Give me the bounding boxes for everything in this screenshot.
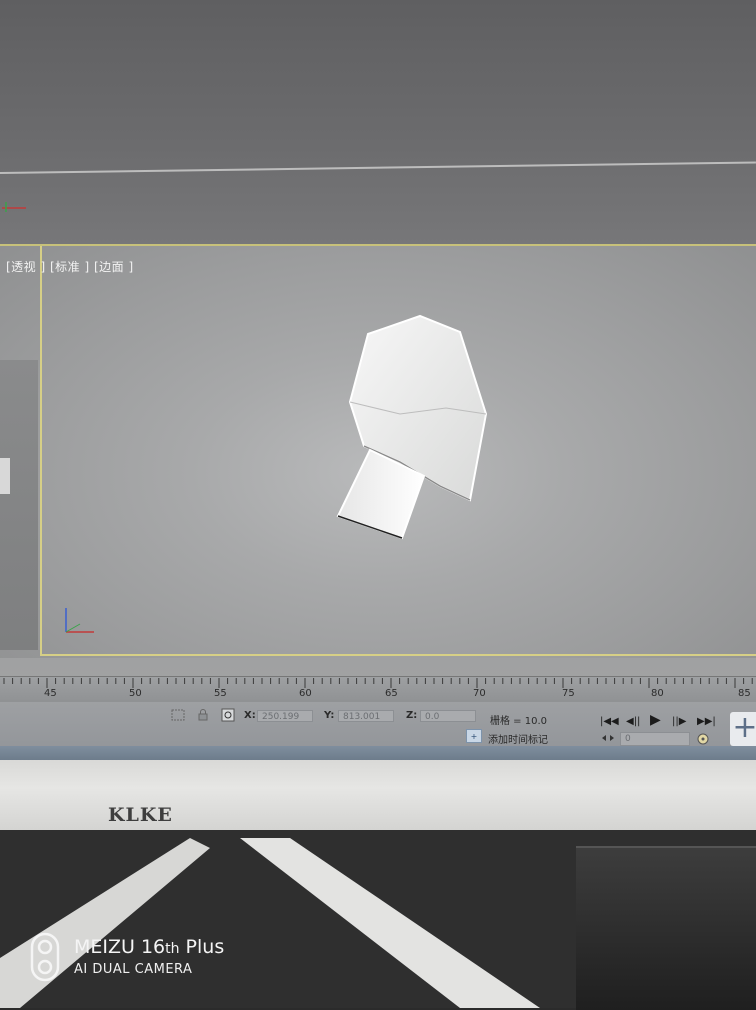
watermark-th: th xyxy=(165,941,180,957)
panel-swatch xyxy=(0,458,10,494)
watermark-device: MEIZU 16 xyxy=(74,936,166,958)
top-viewport[interactable] xyxy=(0,0,756,246)
x-label: X: xyxy=(244,710,256,721)
play-button[interactable]: ▶ xyxy=(650,712,661,728)
time-config-icon[interactable] xyxy=(696,732,710,746)
timeline-ticks xyxy=(3,678,753,688)
tick-label: 85 xyxy=(738,688,751,699)
add-time-tag-button[interactable]: + xyxy=(466,729,482,743)
previous-frame-button[interactable]: ◀|| xyxy=(626,716,640,727)
absolute-mode-icon[interactable] xyxy=(220,708,236,722)
add-time-tag-label[interactable]: 添加时间标记 xyxy=(488,731,548,746)
go-to-start-button[interactable]: |◀◀ xyxy=(600,716,619,727)
y-label: Y: xyxy=(324,710,335,721)
lock-icon[interactable] xyxy=(196,708,210,722)
key-mode-icon[interactable] xyxy=(600,732,616,744)
3d-model[interactable] xyxy=(320,310,510,550)
camera-watermark-label: AI DUAL CAMERA xyxy=(74,962,193,977)
current-frame-field[interactable]: 0 xyxy=(620,732,690,746)
dual-camera-icon xyxy=(30,932,60,982)
next-frame-button[interactable]: ||▶ xyxy=(672,716,686,727)
tick-label: 80 xyxy=(651,688,664,699)
tick-label: 50 xyxy=(129,688,142,699)
tick-label: 55 xyxy=(214,688,227,699)
viewport-label[interactable]: [透视 ] [标准 ] [边面 ] xyxy=(6,258,134,275)
screen-bottom-edge xyxy=(0,746,756,760)
tick-label: 65 xyxy=(385,688,398,699)
monitor-brand-logo: KLKE xyxy=(108,804,173,826)
monitor-stand-left xyxy=(0,838,210,1008)
monitor-stand-right xyxy=(240,838,540,1008)
watermark-plus: Plus xyxy=(179,936,225,958)
tick-label: 45 xyxy=(44,688,57,699)
tick-label: 60 xyxy=(299,688,312,699)
go-to-end-button[interactable]: ▶▶| xyxy=(697,716,716,727)
selection-lock-icon[interactable] xyxy=(170,708,186,722)
axis-gizmo-icon xyxy=(65,608,94,633)
camera-watermark-model: MEIZU 16th Plus xyxy=(74,936,224,958)
axis-icon xyxy=(2,202,26,212)
tick-label: 75 xyxy=(562,688,575,699)
z-label: Z: xyxy=(406,710,418,721)
grid-size-label: 栅格 = 10.0 xyxy=(490,716,548,727)
side-panel[interactable] xyxy=(0,360,38,650)
tick-label: 70 xyxy=(473,688,486,699)
desk-device xyxy=(576,846,756,1010)
x-field[interactable]: 250.199 xyxy=(257,710,313,722)
y-field[interactable]: 813.001 xyxy=(338,710,394,722)
add-button[interactable]: + xyxy=(730,712,756,746)
z-field[interactable]: 0.0 xyxy=(420,710,476,722)
